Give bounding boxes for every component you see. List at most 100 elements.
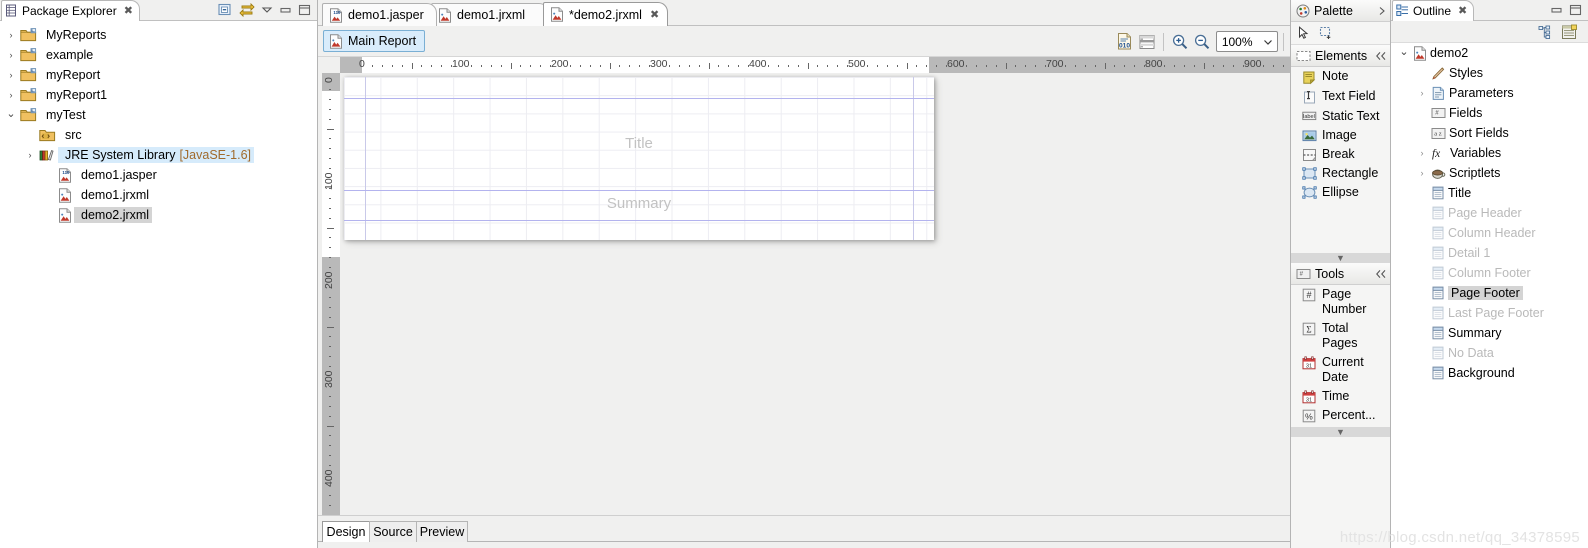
package-explorer-tree[interactable]: › MyReports › example › myReport › myReport1 ⌄ my…: [0, 21, 317, 225]
chevron-right-icon[interactable]: ›: [4, 88, 18, 102]
palette-item-image[interactable]: Image: [1291, 126, 1390, 145]
chevron-right-icon[interactable]: ›: [23, 148, 37, 162]
zoom-out-icon[interactable]: [1191, 30, 1213, 53]
palette-section-elements[interactable]: Elements: [1291, 45, 1390, 67]
minimize-icon[interactable]: [1550, 4, 1563, 16]
outline-item-label: Page Header: [1448, 206, 1522, 220]
outline-item-page-header[interactable]: Page Header: [1391, 203, 1588, 223]
palette-item-break[interactable]: Break: [1291, 145, 1390, 164]
report-page[interactable]: Title Summary: [344, 77, 934, 240]
outline-item-last-page-footer[interactable]: Last Page Footer: [1391, 303, 1588, 323]
report-view-icon[interactable]: [1561, 24, 1578, 40]
chevron-right-icon[interactable]: ›: [4, 68, 18, 82]
chevron-right-icon[interactable]: ›: [1415, 148, 1429, 158]
outline-item-summary[interactable]: Summary: [1391, 323, 1588, 343]
tree-item-myreport[interactable]: › myReport: [0, 65, 317, 85]
chevron-right-icon[interactable]: [1377, 6, 1387, 16]
palette-item-note[interactable]: Note: [1291, 67, 1390, 87]
double-chevron-icon[interactable]: [1375, 51, 1387, 61]
editor-tab-demo1-jasper[interactable]: 110 demo1.jasper: [322, 3, 437, 26]
tree-item-mytest[interactable]: ⌄ myTest: [0, 105, 317, 125]
tree-item-jre-system-library[interactable]: › JRE System Library [JavaSE-1.6]: [0, 145, 317, 165]
palette-item-ellipse[interactable]: Ellipse: [1291, 183, 1390, 202]
tree-item-demo1-jrxml[interactable]: demo1.jrxml: [0, 185, 317, 205]
collapse-all-icon[interactable]: [218, 3, 233, 17]
palette-header[interactable]: Palette: [1291, 0, 1390, 22]
chevron-right-icon[interactable]: ›: [1415, 88, 1429, 98]
close-icon[interactable]: ✖: [124, 4, 133, 17]
double-chevron-icon[interactable]: [1375, 269, 1387, 279]
tree-item-example[interactable]: › example: [0, 45, 317, 65]
ruler-v-minor-mark: [329, 316, 331, 318]
percent-icon: %: [1301, 408, 1317, 423]
outline-item-styles[interactable]: Styles: [1391, 63, 1588, 83]
outline-item-variables[interactable]: › fx Variables: [1391, 143, 1588, 163]
palette-item-text-field[interactable]: Text Field: [1291, 87, 1390, 107]
outline-item-column-footer[interactable]: Column Footer: [1391, 263, 1588, 283]
bottom-tab-design[interactable]: Design: [322, 521, 370, 542]
tree-item-myreport1[interactable]: › myReport1: [0, 85, 317, 105]
ruler-h-tick-400: 400: [749, 58, 767, 70]
marquee-select-icon[interactable]: [1319, 26, 1333, 40]
zoom-level-combobox[interactable]: 100%: [1215, 31, 1278, 52]
palette-section-tools[interactable]: # Tools: [1291, 263, 1390, 285]
outline-item-title[interactable]: Title: [1391, 183, 1588, 203]
chevron-right-icon[interactable]: ›: [4, 48, 18, 62]
close-icon[interactable]: ✖: [650, 8, 659, 21]
chevron-down-icon[interactable]: ⌄: [4, 107, 18, 121]
close-icon[interactable]: ✖: [1458, 4, 1467, 17]
outline-item-page-footer[interactable]: Page Footer: [1391, 283, 1588, 303]
outline-item-no-data[interactable]: No Data: [1391, 343, 1588, 363]
palette-item-current-date[interactable]: 31 Current Date: [1291, 353, 1390, 387]
outline-item-scriptlets[interactable]: › Scriptlets: [1391, 163, 1588, 183]
outline-item-parameters[interactable]: › Parameters: [1391, 83, 1588, 103]
outline-tree[interactable]: ⌄ demo2 Styles › Parameters # Fields a z Sort Fie…: [1391, 43, 1588, 383]
outline-item-detail-1[interactable]: Detail 1: [1391, 243, 1588, 263]
chevron-down-icon[interactable]: [1262, 36, 1274, 48]
view-menu-icon[interactable]: [261, 4, 273, 16]
chevron-right-icon[interactable]: ›: [1415, 168, 1429, 178]
palette-item-rectangle[interactable]: Rectangle: [1291, 164, 1390, 183]
tree-item-highlight: myReport1: [39, 87, 110, 103]
tree-item-demo1-jasper[interactable]: 110 demo1.jasper: [0, 165, 317, 185]
palette-item-time[interactable]: 31 Time: [1291, 387, 1390, 406]
editor-tab-demo1-jrxml[interactable]: demo1.jrxml: [431, 3, 549, 26]
maximize-icon[interactable]: [298, 4, 311, 16]
tree-item-demo2-jrxml[interactable]: demo2.jrxml: [0, 205, 317, 225]
outline-item-column-header[interactable]: Column Header: [1391, 223, 1588, 243]
outline-item-background[interactable]: Background: [1391, 363, 1588, 383]
hierarchical-layout-icon[interactable]: [1538, 25, 1553, 39]
palette-scroll-down-icon-bottom[interactable]: ▼: [1291, 427, 1390, 437]
palette-scroll-down-icon[interactable]: ▼: [1291, 253, 1390, 263]
maximize-icon[interactable]: [1569, 4, 1582, 16]
ruler-v-minor-mark: [329, 465, 331, 467]
minimize-icon[interactable]: [279, 4, 292, 16]
report-design-canvas[interactable]: 0 100 200 300 400 500 600 700 800 900 0 100 200 300 4…: [318, 57, 1390, 515]
palette-item-total-pages[interactable]: Σ Total Pages: [1291, 319, 1390, 353]
outline-item-demo2[interactable]: ⌄ demo2: [1391, 43, 1588, 63]
bottom-tab-preview[interactable]: Preview: [416, 521, 468, 542]
palette-item-static-text[interactable]: label Static Text: [1291, 107, 1390, 126]
link-with-editor-icon[interactable]: [239, 2, 255, 18]
tab-package-explorer[interactable]: Package Explorer ✖: [1, 0, 140, 21]
show-bands-icon[interactable]: [1136, 30, 1158, 53]
ruler-h-minor-mark: [381, 65, 383, 67]
palette-body[interactable]: Elements Note Text Field label Static Text Im…: [1291, 45, 1390, 437]
palette-item-percent[interactable]: % Percent...: [1291, 406, 1390, 425]
chevron-right-icon[interactable]: ›: [4, 28, 18, 42]
tree-item-src[interactable]: src: [0, 125, 317, 145]
select-arrow-icon[interactable]: [1297, 26, 1310, 40]
show-values-icon[interactable]: 010: [1114, 30, 1136, 53]
tab-outline[interactable]: Outline ✖: [1392, 0, 1475, 21]
outline-item-fields[interactable]: # Fields: [1391, 103, 1588, 123]
outline-item-sort-fields[interactable]: a z Sort Fields: [1391, 123, 1588, 143]
tree-item-myreports[interactable]: › MyReports: [0, 25, 317, 45]
chevron-down-icon[interactable]: ⌄: [1397, 45, 1411, 58]
ruler-h-minor-mark: [728, 65, 730, 67]
palette-item-page-number[interactable]: # Page Number: [1291, 285, 1390, 319]
editor-tab-demo2-jrxml[interactable]: *demo2.jrxml ✖: [543, 2, 668, 26]
zoom-in-icon[interactable]: [1169, 30, 1191, 53]
bottom-tab-source[interactable]: Source: [369, 521, 417, 542]
main-report-button[interactable]: Main Report: [323, 30, 426, 52]
